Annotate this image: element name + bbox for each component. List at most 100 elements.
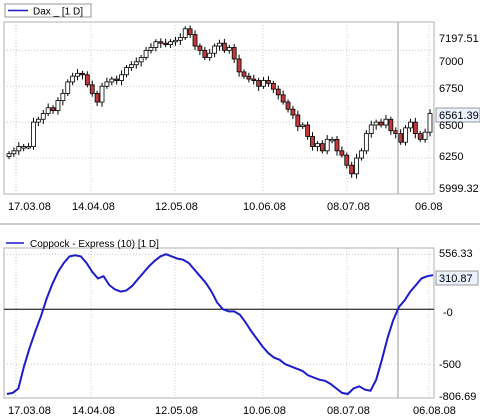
candle-body [173,39,178,43]
indicator-y-tick-label: 556.33 [439,248,473,260]
candle-body [295,114,301,127]
candle-body [94,93,100,103]
candle-body [241,71,247,77]
indicator-panel: Coppock - Express (10) [1 D] 556.33 -0 -… [3,239,479,417]
candle-body [221,42,227,51]
candle-body [261,80,266,87]
price-last-value-badge: 6561.39 6500 [435,107,480,132]
candle-body [290,108,296,116]
candle-body [373,121,379,126]
candle-body [256,80,262,87]
candle-body [40,113,46,120]
price-candle [363,130,369,155]
candle-body [158,41,164,44]
indicator-y-tick-label: -0 [443,307,453,319]
candle-body [75,72,80,77]
candle-body [114,78,120,81]
price-y-tick-label: 5999.32 [439,183,479,195]
candle-body [359,150,364,159]
price-legend-label: Dax _ [1 D] [33,7,83,18]
candle-body [148,47,154,51]
candle-body [192,34,198,47]
indicator-y-tick-label: -500 [439,359,461,371]
price-candle [403,125,408,146]
candle-body [427,113,433,133]
candle-body [417,133,423,140]
indicator-x-tick-label: 12.05.08 [155,405,198,417]
indicator-plot-area[interactable] [3,247,435,399]
candle-body [305,124,311,137]
candle-body [412,121,418,135]
candle-body [349,164,355,175]
candle-body [45,107,51,114]
candle-body [65,81,71,94]
candle-body [388,118,394,132]
candle-body [368,124,374,135]
candle-body [319,143,325,152]
price-x-tick-label: 12.05.08 [155,201,198,213]
candle-body [133,61,139,66]
candle-body [280,94,286,103]
candle-body [109,78,115,83]
candle-body [177,37,183,41]
candle-body [16,146,22,152]
price-candle [427,109,433,137]
candle-body [329,138,335,142]
candle-body [26,146,31,149]
candle-body [124,67,129,76]
candle-body [104,81,110,87]
candle-body [354,157,359,175]
indicator-last-value: 310.87 [439,273,473,285]
price-y-tick-label: 6750 [439,83,463,95]
candle-body [11,150,17,155]
candle-body [55,100,61,112]
candle-body [119,74,124,81]
candle-body [70,75,76,83]
candle-body [207,52,213,58]
price-x-tick-label: 10.06.08 [243,201,286,213]
indicator-x-tick-labels: 17.03.08 14.04.08 12.05.08 10.06.08 08.0… [8,405,456,417]
candle-body [99,85,105,103]
candle-body [143,49,149,58]
candle-body [187,28,193,35]
candle-body [138,57,144,63]
candle-body [128,64,134,68]
price-x-tick-labels: 17.03.08 14.04.08 12.05.08 10.06.08 08.0… [8,201,443,213]
candle-body [285,101,291,110]
candle-body [275,88,281,96]
candle-body [315,143,320,147]
indicator-y-tick-label: -806.69 [439,391,476,403]
indicator-x-tick-label: 06.08.08 [413,405,456,417]
candle-body [163,42,169,46]
indicator-x-tick-label: 14.04.08 [72,405,115,417]
indicator-x-tick-label: 08.07.08 [327,405,370,417]
indicator-legend-label: Coppock - Express (10) [1 D] [30,239,159,250]
indicator-x-tick-label: 10.06.08 [243,405,286,417]
candle-body [408,121,413,129]
candle-body [393,130,399,135]
chart-canvas: Dax _ [1 D] 7197.51 7000 6750 6250 5999.… [0,3,480,417]
price-y-tick-label-partial: 6500 [439,120,463,132]
candle-body [212,45,218,54]
price-y-tick-label: 6250 [439,151,463,163]
candle-body [403,127,408,143]
candle-body [310,136,315,147]
candle-body [334,138,340,152]
price-x-tick-label: 08.07.08 [327,201,370,213]
price-candle [31,117,36,150]
candle-body [270,82,276,90]
candle-body [182,28,188,38]
candle-body [6,153,12,157]
price-legend[interactable]: Dax _ [1 D] [4,3,92,18]
price-x-tick-label: 06.08 [415,201,443,213]
price-panel: Dax _ [1 D] 7197.51 7000 6750 6250 5999.… [3,3,480,213]
price-y-tick-label: 7000 [439,56,463,68]
candle-body [251,78,257,81]
candle-body [246,75,252,80]
price-x-tick-label: 17.03.08 [8,201,51,213]
candle-body [266,80,271,84]
candle-body [153,41,159,48]
candle-body [236,58,242,73]
candle-body [226,47,232,51]
candle-body [168,41,173,46]
